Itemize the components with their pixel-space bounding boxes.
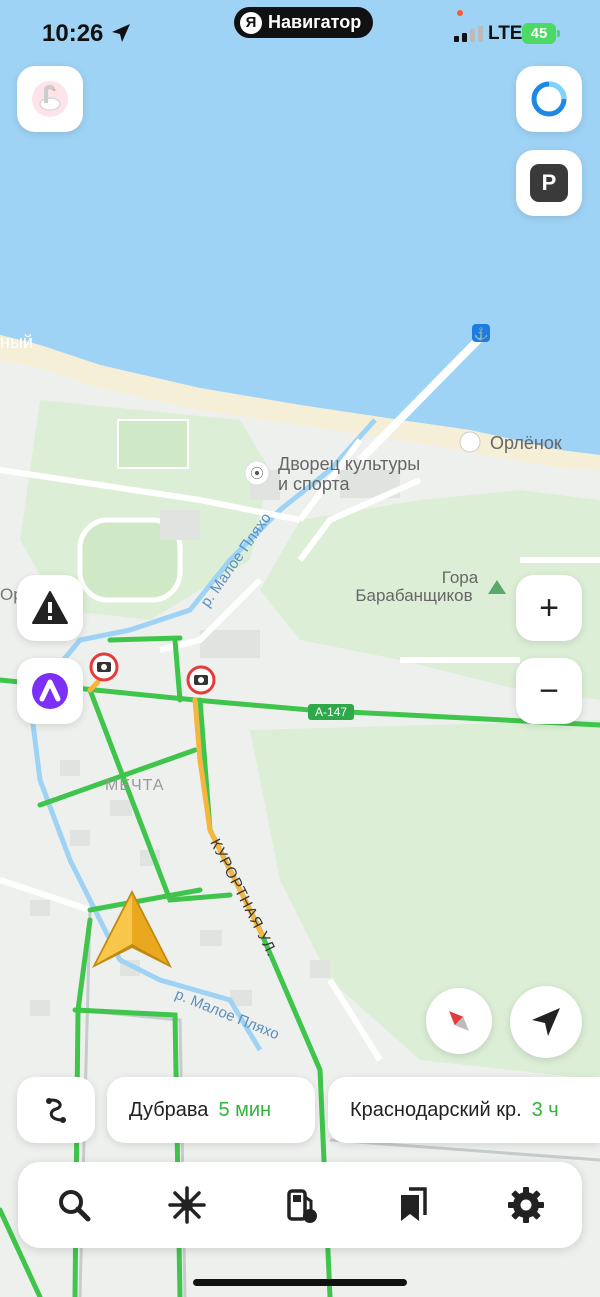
alice-ring-icon xyxy=(531,81,567,117)
route-chip-name: Дубрава xyxy=(129,1098,209,1121)
network-type: LTE xyxy=(488,23,523,44)
locate-icon xyxy=(532,1008,560,1036)
voice-assistant-button[interactable] xyxy=(17,658,83,724)
parking-icon: P xyxy=(530,164,568,202)
search-button[interactable] xyxy=(39,1170,109,1240)
label-palace-1: Дворец культуры xyxy=(278,454,420,474)
route-chip-eta: 5 мин xyxy=(218,1098,272,1121)
compass-icon xyxy=(449,1011,469,1031)
label-palace-2: и спорта xyxy=(278,474,350,494)
yandex-logo-icon: Я xyxy=(240,11,262,34)
label-orlyonok: Орлёнок xyxy=(490,433,562,453)
plus-icon: + xyxy=(539,588,559,627)
profile-button[interactable] xyxy=(17,66,83,132)
route-variants-icon xyxy=(46,1098,66,1123)
search-icon xyxy=(59,1190,91,1222)
battery-icon: 45 xyxy=(522,23,560,44)
compass-button[interactable] xyxy=(426,988,492,1054)
parking-button[interactable]: P xyxy=(516,150,582,216)
route-badge: А-147 xyxy=(315,705,347,719)
speed-camera[interactable] xyxy=(186,665,216,695)
route-chip-eta: 3 ч xyxy=(531,1098,559,1121)
my-location-button[interactable] xyxy=(510,986,582,1058)
sports-field xyxy=(117,419,189,469)
status-time: 10:26 xyxy=(42,20,104,47)
anchor-icon: ⚓ xyxy=(474,327,489,341)
battery-level: 45 xyxy=(530,25,548,42)
fuel-button[interactable] xyxy=(265,1170,335,1240)
app-name: Навигатор xyxy=(268,12,362,32)
label-mountain-1: Гора xyxy=(442,568,479,587)
location-arrow-icon xyxy=(112,24,130,42)
route-variants-button[interactable] xyxy=(17,1077,95,1143)
discovery-icon xyxy=(168,1186,206,1224)
zoom-out-button[interactable]: − xyxy=(516,658,582,724)
home-indicator[interactable] xyxy=(193,1279,407,1286)
bottom-dock xyxy=(18,1162,582,1248)
bookmarks-button[interactable] xyxy=(378,1170,448,1240)
bookmarks-icon xyxy=(400,1187,427,1221)
minus-icon: − xyxy=(539,671,559,710)
settings-icon xyxy=(507,1187,544,1223)
back-to-app-pill[interactable]: Я Навигатор xyxy=(234,7,374,38)
settings-button[interactable] xyxy=(491,1170,561,1240)
route-chip[interactable]: Дубрава 5 мин xyxy=(107,1077,315,1143)
zoom-in-button[interactable]: + xyxy=(516,575,582,641)
road-event-button[interactable] xyxy=(17,575,83,641)
dumbbell-icon: ⦿ xyxy=(250,466,263,481)
speed-camera[interactable] xyxy=(89,652,119,682)
beach-umbrella-icon xyxy=(459,431,481,453)
route-chip-name: Краснодарский кр. xyxy=(350,1098,522,1121)
alice-icon xyxy=(32,673,68,709)
alice-button[interactable] xyxy=(516,66,582,132)
fuel-icon xyxy=(287,1189,317,1223)
discovery-button[interactable] xyxy=(152,1170,222,1240)
warning-icon xyxy=(32,591,68,624)
recording-dot xyxy=(457,10,463,16)
label-beach: ный xyxy=(0,332,33,352)
goose-icon xyxy=(32,81,68,117)
label-district: МЕЧТА xyxy=(105,777,165,794)
label-mountain-2: Барабанщиков xyxy=(355,586,472,605)
route-chip[interactable]: Краснодарский кр. 3 ч xyxy=(328,1077,600,1143)
status-bar: 10:26 Я Навигатор LTE 45 xyxy=(0,0,600,70)
signal-icon xyxy=(454,26,483,42)
